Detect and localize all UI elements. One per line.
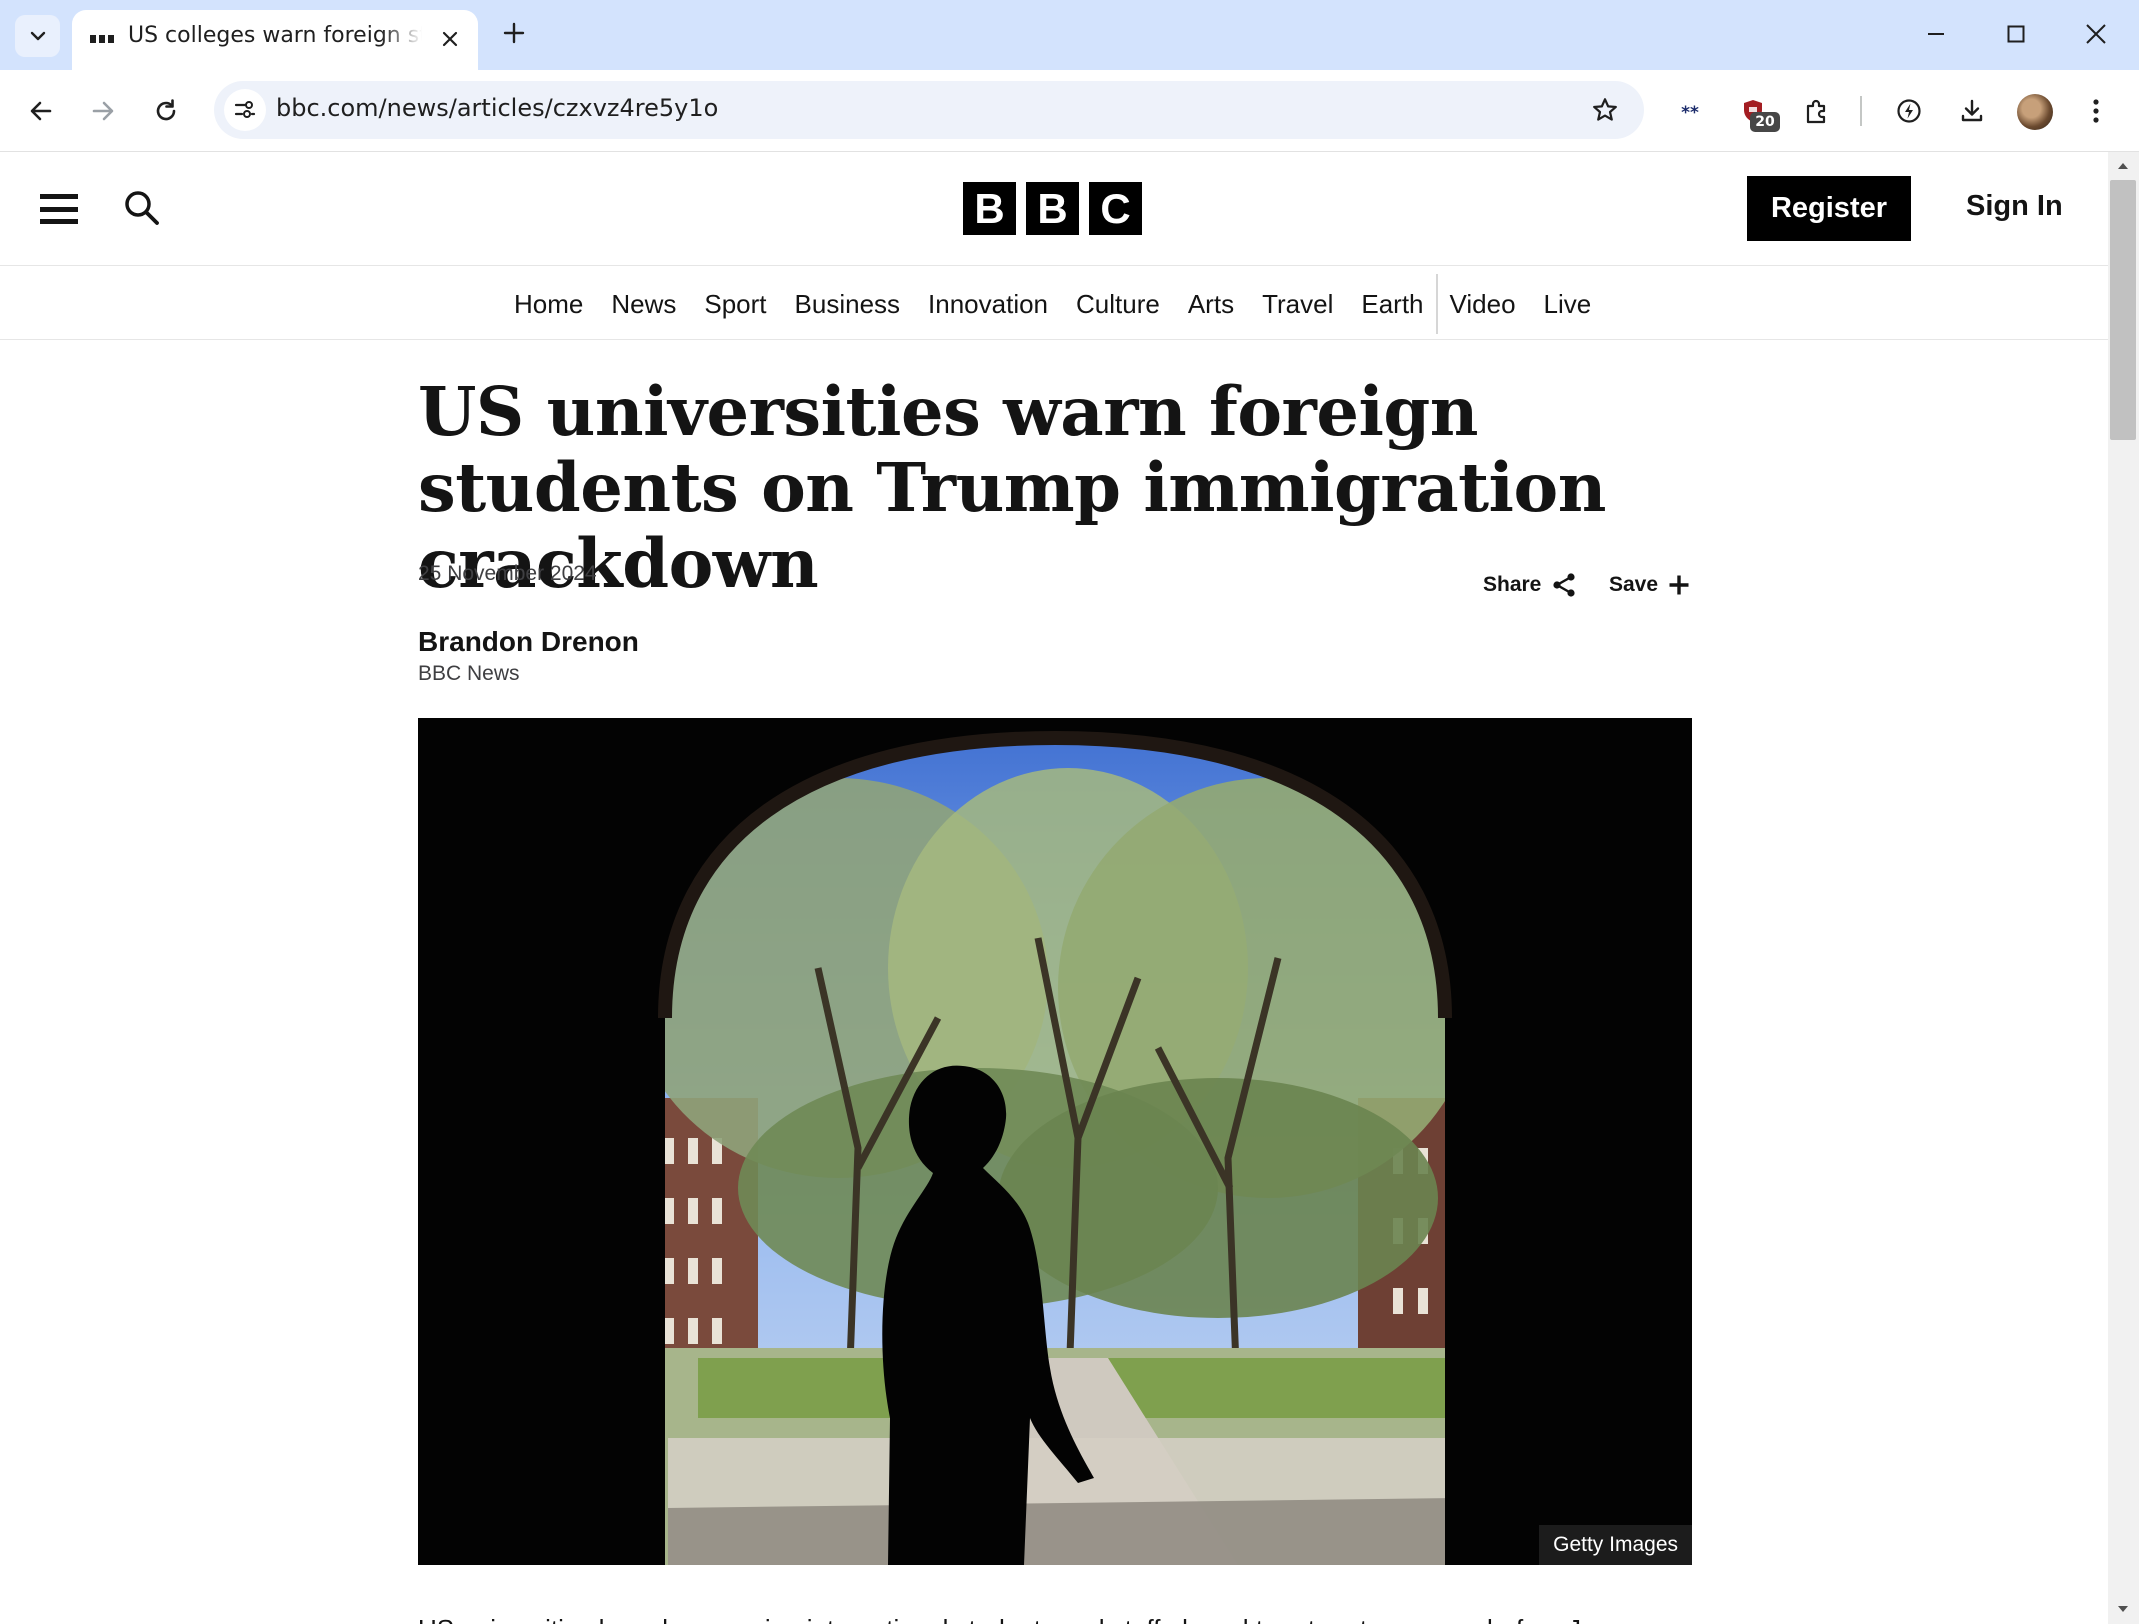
browser-tabstrip: US colleges warn foreign students on Tru… (0, 0, 2139, 70)
minimize-button[interactable] (1914, 12, 1958, 56)
save-label: Save (1609, 573, 1659, 596)
bbc-logo-letter: B (963, 182, 1016, 235)
search-icon (125, 191, 159, 225)
menu-bar-icon (40, 219, 78, 224)
extensions-button[interactable] (1793, 88, 1839, 134)
nav-item-news[interactable]: News (611, 289, 676, 320)
site-menu-button[interactable] (40, 190, 78, 228)
back-button[interactable] (18, 88, 64, 134)
download-icon (1961, 99, 1983, 122)
nav-item-video[interactable]: Video (1450, 289, 1516, 320)
tab-close-button[interactable] (435, 24, 465, 54)
web-page: B B C Register Sign In Home News Sport B… (0, 152, 2108, 1624)
share-icon (1553, 573, 1575, 597)
scroll-down-button[interactable] (2110, 1598, 2136, 1620)
more-menu-icon (2093, 99, 2099, 123)
share-button[interactable]: Share (1483, 570, 1577, 600)
more-menu-button[interactable] (2073, 88, 2119, 134)
bbc-logo-letter: C (1089, 182, 1142, 235)
article-headline: US universities warn foreign students on… (418, 372, 1606, 603)
profile-avatar[interactable] (2017, 94, 2053, 130)
performance-icon (1897, 99, 1921, 123)
article-hero-image: Getty Images (418, 718, 1692, 1565)
back-icon (30, 101, 52, 121)
scroll-down-icon (2118, 1606, 2128, 1612)
maximize-button[interactable] (1994, 12, 2038, 56)
nav-item-live[interactable]: Live (1544, 289, 1592, 320)
nav-item-culture[interactable]: Culture (1076, 289, 1160, 320)
browser-toolbar: bbc.com/news/articles/czxvz4re5y1o ** 20 (0, 70, 2139, 152)
save-button[interactable]: Save (1609, 570, 1690, 600)
nav-list: Home News Sport Business Innovation Cult… (514, 274, 1619, 334)
performance-button[interactable] (1886, 88, 1932, 134)
menu-bar-icon (40, 206, 78, 212)
nav-item-business[interactable]: Business (795, 289, 901, 320)
scroll-up-icon (2118, 163, 2128, 169)
site-navigation: Home News Sport Business Innovation Cult… (0, 267, 2108, 340)
scrollbar-thumb[interactable] (2110, 180, 2136, 440)
forward-button[interactable] (80, 88, 126, 134)
extensions-puzzle-icon (1806, 99, 1826, 124)
site-info-icon (234, 101, 256, 118)
author-organisation: BBC News (418, 662, 520, 685)
nav-item-travel[interactable]: Travel (1262, 289, 1333, 320)
reload-button[interactable] (143, 88, 189, 134)
reload-icon (156, 99, 176, 121)
menu-bar-icon (40, 194, 78, 199)
article-body-clipped: US universities have been urging interna… (418, 1607, 1692, 1624)
author-name: Brandon Drenon (418, 626, 639, 657)
extension-asterisk-button[interactable]: ** (1667, 88, 1713, 134)
new-tab-button[interactable] (497, 16, 531, 50)
bookmark-star-icon (1593, 98, 1617, 121)
nav-divider (1435, 274, 1438, 334)
article-paragraph: US universities have been urging interna… (418, 1611, 1692, 1624)
window-close-button[interactable] (2074, 12, 2118, 56)
plus-icon (1669, 575, 1689, 595)
bbc-logo-letter: B (1026, 182, 1079, 235)
toolbar-divider (1860, 96, 1862, 126)
close-icon (442, 31, 458, 47)
url-text[interactable]: bbc.com/news/articles/czxvz4re5y1o (276, 94, 718, 122)
site-search-button[interactable] (122, 188, 162, 228)
nav-item-arts[interactable]: Arts (1188, 289, 1234, 320)
bbc-favicon-icon (90, 32, 116, 46)
share-label: Share (1483, 573, 1542, 596)
window-close-icon (2086, 24, 2106, 44)
scroll-up-button[interactable] (2110, 155, 2136, 177)
nav-item-home[interactable]: Home (514, 289, 583, 320)
tab-title: US colleges warn foreign students on Tru… (128, 23, 422, 48)
nav-item-innovation[interactable]: Innovation (928, 289, 1048, 320)
bookmark-button[interactable] (1586, 91, 1624, 129)
article-date: 25 November 2024 (418, 562, 597, 585)
campus-archway-photo (418, 718, 1692, 1565)
minimize-icon (1928, 33, 1944, 35)
image-credit: Getty Images (1539, 1525, 1692, 1565)
maximize-icon (2007, 25, 2025, 43)
svg-text:**: ** (1681, 103, 1699, 123)
browser-tab-active[interactable]: US colleges warn foreign students on Tru… (72, 10, 478, 70)
extension-asterisk-icon: ** (1681, 103, 1699, 123)
sign-in-link[interactable]: Sign In (1966, 190, 2063, 223)
bbc-logo[interactable]: B B C (963, 182, 1142, 236)
extension-shield-button[interactable]: 20 (1730, 88, 1780, 134)
tab-search-button[interactable] (15, 15, 60, 57)
downloads-button[interactable] (1949, 88, 1995, 134)
nav-item-earth[interactable]: Earth (1361, 289, 1423, 320)
site-info-button[interactable] (224, 89, 266, 131)
chevron-down-icon (30, 31, 45, 41)
address-bar[interactable]: bbc.com/news/articles/czxvz4re5y1o (214, 81, 1644, 139)
register-button[interactable]: Register (1747, 176, 1911, 241)
site-header: B B C Register Sign In (0, 152, 2108, 266)
nav-item-sport[interactable]: Sport (704, 289, 766, 320)
forward-icon (92, 101, 114, 121)
extension-badge: 20 (1750, 112, 1780, 132)
plus-icon (503, 22, 525, 44)
